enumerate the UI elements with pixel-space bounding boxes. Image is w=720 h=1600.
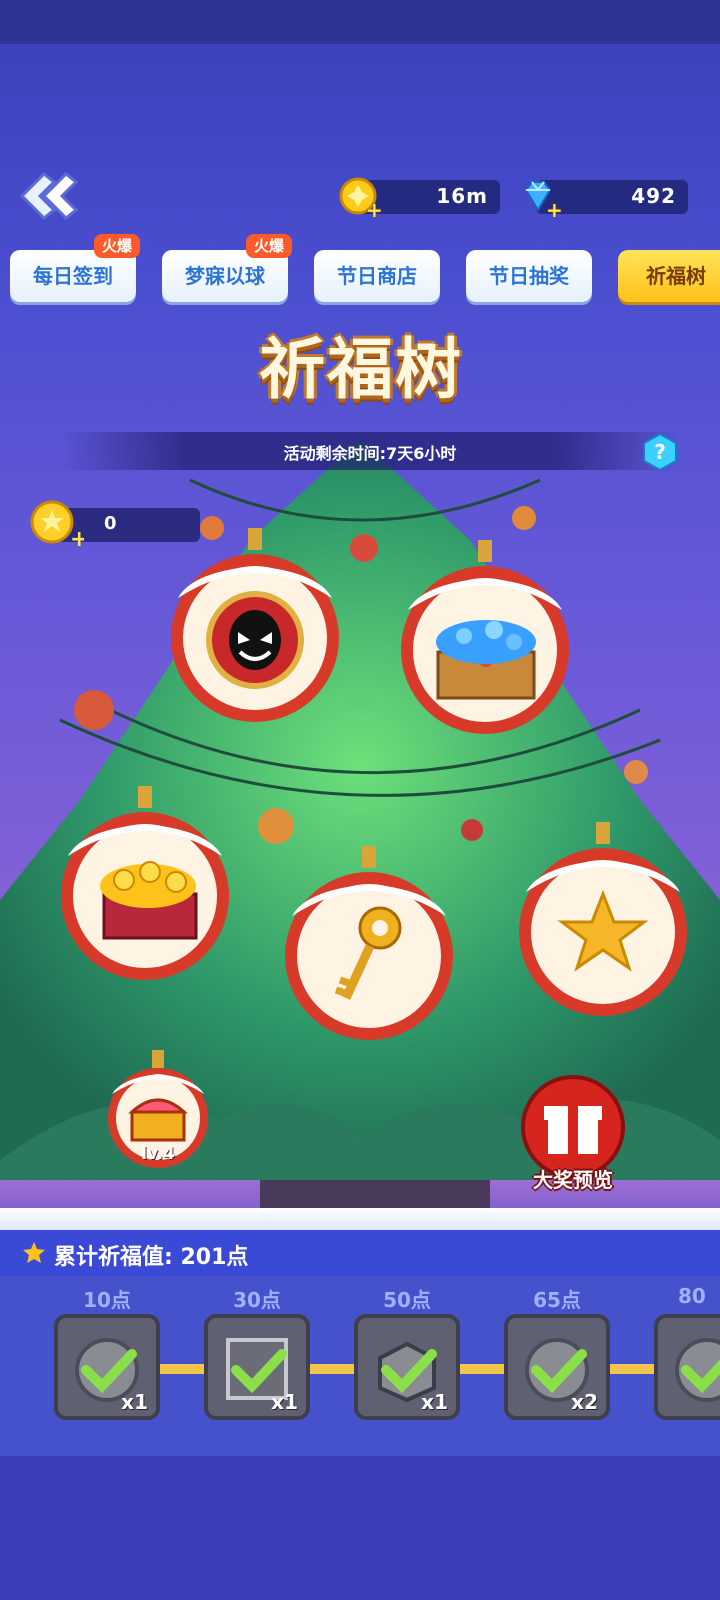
reward-box bbox=[654, 1314, 720, 1420]
gem-chest-icon bbox=[436, 620, 536, 700]
add-gems-button[interactable]: + bbox=[546, 198, 563, 222]
grand-prize-label: 大奖预览 bbox=[533, 1168, 613, 1192]
milestone-65[interactable]: 65点 x2 bbox=[502, 1276, 612, 1426]
cumulative-blessing-text: 累计祈福值: 201点 bbox=[54, 1245, 249, 1270]
tab-festival-shop[interactable]: 节日商店 bbox=[314, 250, 440, 302]
tab-blessing-tree[interactable]: 祈福树 bbox=[618, 250, 720, 302]
event-timer-bar: 活动剩余时间:7天6小时 bbox=[60, 432, 680, 470]
reward-qty: x2 bbox=[571, 1390, 598, 1414]
venom-medal-icon bbox=[206, 591, 304, 689]
tab-label: 节日抽奖 bbox=[489, 264, 569, 288]
tab-label: 梦寐以球 bbox=[185, 264, 265, 288]
milestone-30[interactable]: 30点 x1 bbox=[202, 1276, 312, 1426]
star-icon bbox=[23, 1242, 45, 1263]
bottom-background bbox=[0, 1456, 720, 1600]
cumulative-blessing-bar: 累计祈福值: 201点 bbox=[0, 1230, 720, 1276]
milestone-points: 30点 bbox=[233, 1288, 281, 1312]
reward-box: x1 bbox=[354, 1314, 460, 1420]
coin-counter: + 16m bbox=[339, 177, 500, 222]
hot-badge: 火爆 bbox=[245, 234, 292, 258]
snow-ground bbox=[0, 1208, 720, 1230]
claimed-check-icon bbox=[675, 1338, 720, 1402]
milestone-points: 50点 bbox=[383, 1288, 431, 1312]
ornament-gem-chest[interactable] bbox=[398, 540, 574, 740]
reward-box: x1 bbox=[204, 1314, 310, 1420]
reward-qty: x1 bbox=[271, 1390, 298, 1414]
reward-qty: x1 bbox=[121, 1390, 148, 1414]
hot-badge: 火爆 bbox=[93, 234, 140, 258]
level-label: lv.4 bbox=[141, 1144, 175, 1164]
blessing-points-value: 0 bbox=[104, 513, 117, 534]
gem-value: 492 bbox=[631, 184, 676, 208]
ornament-golden-key[interactable] bbox=[282, 846, 458, 1046]
ornament-venom-medal[interactable] bbox=[168, 528, 344, 728]
svg-text:+: + bbox=[70, 527, 84, 552]
gold-coin-chest-icon bbox=[100, 861, 198, 940]
blessing-token-icon[interactable]: + bbox=[28, 496, 88, 552]
milestone-reward-track: 10点 x1 30点 x1 50点 x1 65点 x2 80 bbox=[0, 1276, 720, 1456]
milestone-points: 65点 bbox=[533, 1288, 581, 1312]
milestone-50[interactable]: 50点 x1 bbox=[352, 1276, 462, 1426]
tab-label: 每日签到 bbox=[33, 264, 113, 288]
ornament-gold-star[interactable] bbox=[516, 822, 692, 1022]
tab-festival-lottery[interactable]: 节日抽奖 bbox=[466, 250, 592, 302]
help-button[interactable]: ? bbox=[642, 432, 678, 472]
help-icon: ? bbox=[643, 432, 677, 472]
add-coins-button[interactable]: + bbox=[366, 198, 383, 222]
grand-prize-preview-button[interactable]: 大奖预览 bbox=[520, 1074, 626, 1194]
milestone-80[interactable]: 80 bbox=[652, 1276, 720, 1426]
tab-label: 节日商店 bbox=[337, 264, 417, 288]
event-title-logo: 祈福树 bbox=[259, 331, 463, 408]
reward-box: x1 bbox=[54, 1314, 160, 1420]
milestone-points: 80 bbox=[678, 1284, 706, 1308]
gem-counter: + 492 bbox=[524, 180, 688, 222]
level-ornament[interactable]: lv.4 bbox=[104, 1050, 214, 1190]
coin-value: 16m bbox=[436, 184, 488, 208]
tab-dream-ball[interactable]: 梦寐以球 火爆 bbox=[162, 234, 292, 302]
event-timer-text: 活动剩余时间:7天6小时 bbox=[283, 444, 457, 463]
back-arrow-icon bbox=[19, 171, 79, 221]
ornament-gold-coin-chest[interactable] bbox=[58, 786, 234, 986]
tab-daily-checkin[interactable]: 每日签到 火爆 bbox=[10, 234, 140, 302]
help-label: ? bbox=[654, 440, 666, 464]
milestone-10[interactable]: 10点 x1 bbox=[52, 1276, 162, 1426]
milestone-points: 10点 bbox=[83, 1288, 131, 1312]
reward-box: x2 bbox=[504, 1314, 610, 1420]
back-button[interactable] bbox=[14, 168, 79, 224]
status-bar bbox=[0, 0, 720, 44]
reward-qty: x1 bbox=[421, 1390, 448, 1414]
tab-label: 祈福树 bbox=[646, 264, 706, 288]
